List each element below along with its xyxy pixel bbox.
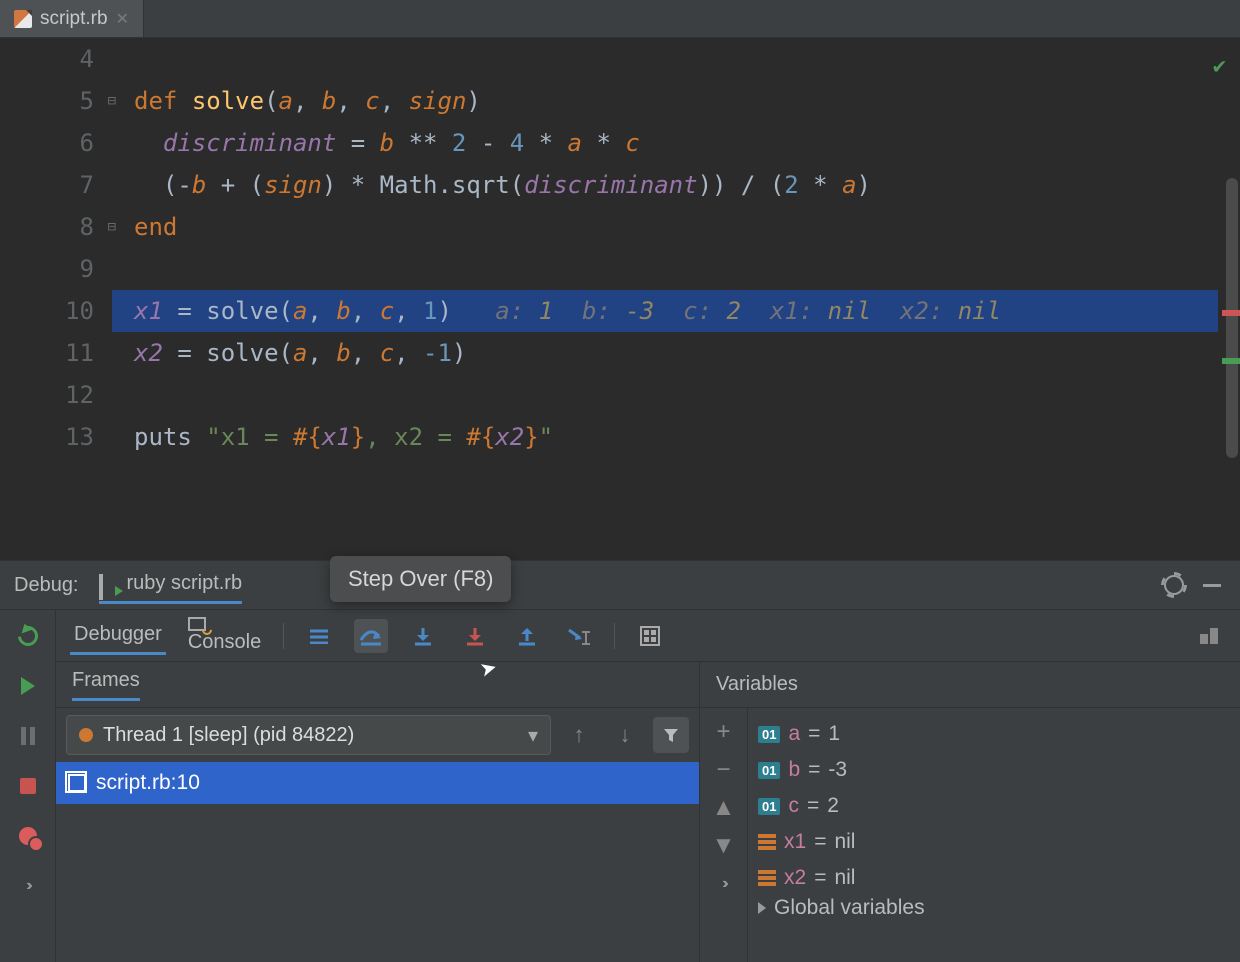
breakpoints-icon [19,827,37,845]
frame-list[interactable]: script.rb:10 [56,762,699,962]
debug-session-tab[interactable]: ruby script.rb [99,566,243,604]
move-up-button[interactable]: ▲ [709,794,739,822]
scroll-mark [1222,358,1240,364]
pause-icon [21,727,35,745]
layout-icon [1200,628,1218,644]
remove-watch-button[interactable]: − [709,756,739,784]
frames-header: Frames [56,662,699,708]
tooltip: Step Over (F8) [330,556,511,602]
pause-button[interactable] [14,722,42,750]
int-badge-icon: 01 [758,762,780,779]
variable-row[interactable]: x1 = nil [758,824,1230,860]
editor-tabs: script.rb ✕ [0,0,1240,38]
thread-label: Thread 1 [sleep] (pid 84822) [103,724,354,747]
debug-toolwindow: ›› Debugger Console ➤ [0,610,1240,962]
tab-filename: script.rb [40,8,108,30]
frames-panel: Frames Thread 1 [sleep] (pid 84822) ▾ ↑ … [56,662,700,962]
nil-badge-icon [758,870,776,886]
calculator-icon [640,626,660,646]
thread-selector[interactable]: Thread 1 [sleep] (pid 84822) ▾ [66,715,551,755]
variable-row[interactable]: 01 c = 2 [758,788,1230,824]
nil-badge-icon [758,834,776,850]
step-into-button[interactable] [406,619,440,653]
hide-button[interactable] [1198,571,1226,599]
force-step-into-button[interactable] [458,619,492,653]
editor-scrollbar[interactable] [1222,38,1240,560]
move-down-button[interactable]: ▼ [709,832,739,860]
gear-icon [1164,575,1184,595]
frame-row[interactable]: script.rb:10 [56,762,699,804]
resume-button[interactable] [14,672,42,700]
int-badge-icon: 01 [758,726,780,743]
inline-values: a: 1 b: -3 c: 2 x1: nil x2: nil [481,297,1001,325]
variables-header: Variables [700,662,1240,708]
stop-button[interactable] [14,772,42,800]
debug-left-toolbar: ›› [0,610,56,962]
run-to-cursor-button[interactable] [562,619,596,653]
debug-toolwindow-header: Debug: ruby script.rb [0,560,1240,610]
evaluate-expression-button[interactable] [633,619,667,653]
file-tab[interactable]: script.rb ✕ [0,0,144,37]
settings-button[interactable] [1160,571,1188,599]
variables-panel: Variables + − ▲ ▼ ›› 01 a = 1 01 b = -3 … [700,662,1240,962]
frame-label: script.rb:10 [96,771,200,795]
minus-icon [1203,584,1221,587]
gutter[interactable]: 4 5⊟ 6 7 8⊟ 9 10 11 12 13 [0,38,112,560]
run-config-icon [99,576,119,592]
rerun-button[interactable] [14,622,42,650]
tab-console[interactable]: Console [184,611,265,660]
step-over-button[interactable] [354,619,388,653]
close-icon[interactable]: ✕ [116,9,129,29]
more-vars-button[interactable]: ›› [709,870,739,898]
scroll-mark [1222,310,1240,316]
debug-tabs: Debugger Console ➤ [56,610,1240,662]
scroll-thumb[interactable] [1226,178,1238,458]
play-icon [21,677,35,695]
tab-debugger[interactable]: Debugger [70,617,166,655]
inspection-ok-icon[interactable]: ✔ [1213,46,1226,88]
code-editor[interactable]: ✔ 4 5⊟ 6 7 8⊟ 9 10 11 12 13 def solve(a,… [0,38,1240,560]
more-button[interactable]: ›› [14,872,42,900]
chevrons-icon: ›› [26,877,29,895]
layout-button[interactable] [1192,619,1226,653]
stop-icon [20,778,36,794]
stackframe-icon [68,774,86,792]
ruby-file-icon [14,10,32,28]
variable-row[interactable]: 01 b = -3 [758,752,1230,788]
prev-frame-button[interactable]: ↑ [561,717,597,753]
show-execution-point-button[interactable] [302,619,336,653]
chevron-down-icon: ▾ [528,723,538,748]
restart-icon [13,622,41,650]
view-breakpoints-button[interactable] [14,822,42,850]
variables-toolbar: + − ▲ ▼ ›› [700,708,748,962]
expand-icon [758,902,766,914]
variables-list[interactable]: 01 a = 1 01 b = -3 01 c = 2 x1 = nil x2 … [748,708,1240,928]
thread-status-icon [79,728,93,742]
variable-row[interactable]: 01 a = 1 [758,716,1230,752]
int-badge-icon: 01 [758,798,780,815]
global-variables-row[interactable]: Global variables [758,896,1230,920]
console-icon [188,617,261,631]
filter-frames-button[interactable] [653,717,689,753]
step-out-button[interactable] [510,619,544,653]
next-frame-button[interactable]: ↓ [607,717,643,753]
code-area[interactable]: def solve(a, b, c, sign) discriminant = … [112,38,1240,560]
debug-title: Debug: [14,574,79,597]
variable-row[interactable]: x2 = nil [758,860,1230,896]
add-watch-button[interactable]: + [709,718,739,746]
